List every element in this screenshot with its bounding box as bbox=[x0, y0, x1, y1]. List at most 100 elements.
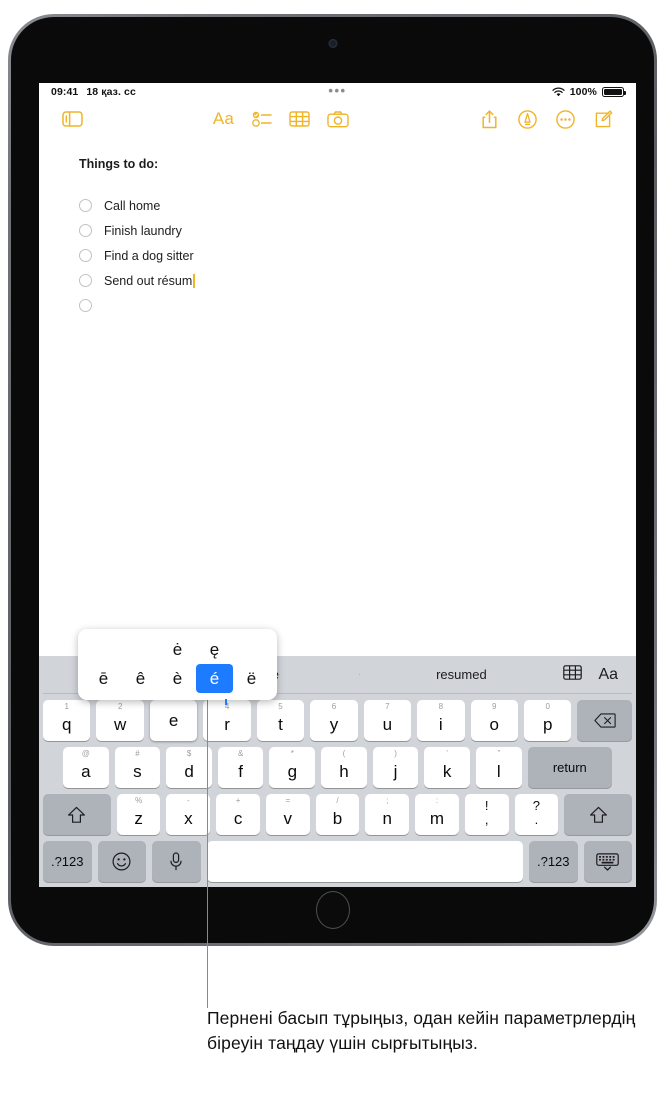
accent-option-e-circumflex[interactable]: ê bbox=[122, 664, 159, 693]
suggestion-bar-icons: Aa bbox=[563, 664, 632, 685]
status-bar-left: 09:41 18 қаз. сс bbox=[51, 86, 136, 98]
space-key[interactable] bbox=[206, 841, 524, 882]
key-g[interactable]: * g bbox=[269, 747, 316, 788]
accent-popup-row-bottom: ē ê è é ë bbox=[85, 664, 270, 693]
list-item-label: Finish laundry bbox=[104, 223, 182, 238]
key-c[interactable]: + c bbox=[216, 794, 260, 835]
key-alt-label: # bbox=[135, 749, 140, 758]
device-bezel: 09:41 18 қаз. сс ••• 100% Aa Things to d… bbox=[11, 17, 654, 943]
format-aa-button[interactable]: Aa bbox=[205, 104, 243, 134]
home-button[interactable] bbox=[315, 891, 350, 929]
key-v[interactable]: = v bbox=[265, 794, 310, 835]
checkbox-circle-icon[interactable] bbox=[79, 299, 92, 312]
key-label: e bbox=[168, 711, 179, 730]
key-period-question[interactable]: ?. bbox=[514, 794, 559, 835]
key-i[interactable]: 8i bbox=[417, 700, 465, 741]
table-icon[interactable] bbox=[281, 104, 319, 134]
key-a[interactable]: @ a bbox=[62, 747, 109, 788]
share-icon[interactable] bbox=[470, 104, 508, 134]
key-x[interactable]: -x bbox=[166, 794, 211, 835]
key-e-pressed[interactable]: 3e bbox=[149, 700, 198, 741]
key-comma-exclaim[interactable]: !, bbox=[464, 794, 509, 835]
key-w[interactable]: 2w bbox=[96, 700, 144, 741]
key-alt-label: 1 bbox=[64, 702, 69, 711]
format-aa-icon[interactable]: Aa bbox=[598, 666, 618, 684]
front-camera-icon bbox=[328, 39, 337, 48]
hide-keyboard-icon[interactable] bbox=[583, 841, 633, 882]
accent-option-e-diaeresis[interactable]: ë bbox=[233, 664, 270, 693]
accent-character-popup[interactable]: ė ę ē ê è é ë bbox=[78, 629, 277, 705]
key-r[interactable]: 4r bbox=[203, 700, 251, 741]
key-label: v bbox=[283, 809, 293, 828]
ipad-device-frame: 09:41 18 қаз. сс ••• 100% Aa Things to d… bbox=[8, 14, 657, 946]
list-item[interactable]: Call home bbox=[79, 193, 596, 218]
shift-icon-right[interactable] bbox=[564, 794, 632, 835]
key-h[interactable]: (h bbox=[321, 747, 367, 788]
key-label: g bbox=[287, 762, 298, 781]
key-u[interactable]: 7u bbox=[363, 700, 412, 741]
camera-icon[interactable] bbox=[319, 104, 357, 134]
key-label: t bbox=[278, 715, 283, 734]
key-t[interactable]: 5t bbox=[256, 700, 305, 741]
wifi-icon bbox=[552, 87, 565, 97]
checkbox-circle-icon[interactable] bbox=[79, 199, 92, 212]
list-item[interactable]: Finish laundry bbox=[79, 218, 596, 243]
checkbox-circle-icon[interactable] bbox=[79, 274, 92, 287]
key-s[interactable]: # s bbox=[114, 747, 161, 788]
numbers-key-left[interactable]: .?123 bbox=[43, 841, 92, 882]
numbers-key-right[interactable]: .?123 bbox=[529, 841, 578, 882]
notes-toolbar: Aa bbox=[39, 101, 636, 137]
key-k[interactable]: ’ k bbox=[424, 747, 470, 788]
microphone-icon[interactable] bbox=[152, 841, 201, 882]
list-item-active[interactable]: Send out résum bbox=[79, 268, 596, 293]
key-q[interactable]: 1q bbox=[43, 700, 91, 741]
checkbox-circle-icon[interactable] bbox=[79, 224, 92, 237]
suggestion-1[interactable]: resumed bbox=[359, 667, 563, 682]
key-b[interactable]: / b bbox=[315, 794, 360, 835]
key-z[interactable]: % z bbox=[116, 794, 161, 835]
key-y[interactable]: 6y bbox=[310, 700, 358, 741]
table-icon[interactable] bbox=[563, 664, 583, 685]
key-n[interactable]: ; n bbox=[365, 794, 410, 835]
accent-option-e-ogonek[interactable]: ę bbox=[196, 635, 233, 664]
numbers-key-label: .?123 bbox=[536, 854, 570, 869]
list-item[interactable]: Find a dog sitter bbox=[79, 243, 596, 268]
accent-option-e-macron[interactable]: ē bbox=[85, 664, 122, 693]
note-body[interactable]: Things to do: Call home Finish laundry F… bbox=[39, 137, 636, 318]
key-f[interactable]: & f bbox=[217, 747, 264, 788]
battery-percent-label: 100% bbox=[569, 86, 597, 98]
emoji-icon[interactable] bbox=[97, 841, 146, 882]
list-item-empty[interactable] bbox=[79, 293, 596, 318]
callout-leader-line bbox=[207, 681, 209, 1008]
markup-pen-icon[interactable] bbox=[508, 104, 546, 134]
key-l[interactable]: ” l bbox=[475, 747, 522, 788]
key-alt-label: : bbox=[435, 796, 439, 805]
key-label: b bbox=[332, 809, 343, 828]
key-alt-label: $ bbox=[186, 749, 192, 758]
key-label: s bbox=[133, 762, 142, 781]
accent-option-e-dot[interactable]: ė bbox=[159, 635, 196, 664]
key-j[interactable]: ) j bbox=[372, 747, 419, 788]
key-m[interactable]: :m bbox=[415, 794, 459, 835]
return-key[interactable]: return bbox=[527, 747, 613, 788]
key-alt-label: 6 bbox=[331, 702, 337, 711]
checkbox-circle-icon[interactable] bbox=[79, 249, 92, 262]
accent-option-e-grave[interactable]: è bbox=[159, 664, 196, 693]
compose-icon[interactable] bbox=[584, 104, 622, 134]
delete-icon[interactable] bbox=[577, 700, 632, 741]
key-label: p bbox=[542, 715, 553, 734]
key-o[interactable]: 9o bbox=[470, 700, 518, 741]
key-d[interactable]: $ d bbox=[166, 747, 212, 788]
accent-popup-row-top: ė ę bbox=[85, 635, 270, 664]
key-alt-label: - bbox=[187, 796, 190, 805]
checklist-icon[interactable] bbox=[243, 104, 281, 134]
more-ellipsis-icon[interactable] bbox=[546, 104, 584, 134]
shift-icon-left[interactable] bbox=[43, 794, 111, 835]
accent-option-e-acute-selected[interactable]: é bbox=[196, 664, 233, 693]
key-label: a bbox=[81, 762, 91, 781]
key-alt-label: 8 bbox=[438, 702, 444, 711]
sidebar-toggle-icon[interactable] bbox=[53, 104, 91, 134]
status-time: 09:41 bbox=[51, 86, 79, 98]
key-p[interactable]: 0p bbox=[523, 700, 572, 741]
key-alt-label: / bbox=[336, 796, 339, 805]
